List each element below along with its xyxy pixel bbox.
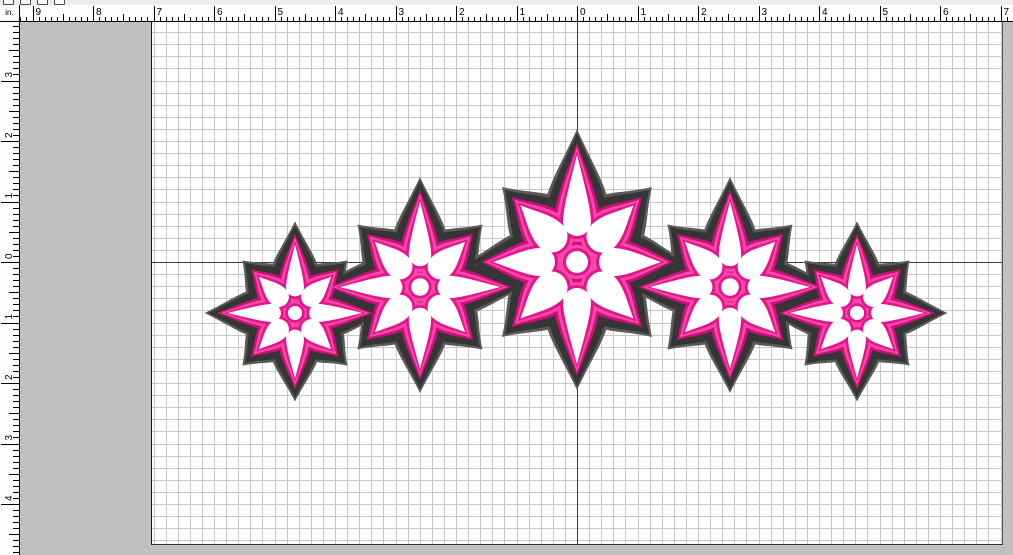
ruler-units-label: in. (0, 5, 20, 22)
vertical-ruler: 3 2 1 0 1 2 3 4 (0, 22, 20, 555)
ruler-label: 5 (883, 7, 889, 18)
canvas-content (152, 22, 1002, 544)
ruler-label: 4 (822, 7, 828, 18)
horizontal-ruler: 9 8 7 6 5 4 3 2 1 0 1 2 3 4 5 6 7 (20, 5, 1013, 22)
ruler-label: 1 (4, 193, 15, 199)
ruler-label: 1 (641, 7, 647, 18)
embroidery-design[interactable] (204, 129, 948, 402)
ruler-label: 6 (943, 7, 949, 18)
ruler-label: 2 (701, 7, 707, 18)
ruler-label: 0 (580, 7, 586, 18)
flower-5-center-cutout (849, 305, 865, 321)
ruler-label: 3 (762, 7, 768, 18)
ruler-label: 7 (1004, 7, 1010, 18)
ruler-label: 9 (36, 7, 42, 18)
ruler-label: 2 (459, 7, 465, 18)
flower-1-center-cutout (287, 305, 303, 321)
vertical-ruler-scale: 3 2 1 0 1 2 3 4 (1, 26, 19, 553)
ruler-label: 1 (520, 7, 526, 18)
flower-3-center-cutout (566, 251, 588, 273)
ruler-label: 3 (4, 72, 15, 78)
horizontal-ruler-scale: 9 8 7 6 5 4 3 2 1 0 1 2 3 4 5 6 7 (20, 6, 1010, 21)
ruler-label: 0 (4, 253, 15, 259)
ruler-label: 4 (4, 495, 15, 501)
ruler-label: 2 (4, 374, 15, 380)
ruler-label: 3 (4, 435, 15, 441)
ruler-label: 2 (4, 132, 15, 138)
ruler-label: 1 (4, 314, 15, 320)
design-canvas[interactable] (151, 22, 1003, 545)
ruler-label: 8 (96, 7, 102, 18)
ruler-label: 6 (217, 7, 223, 18)
ruler-label: 5 (278, 7, 284, 18)
ruler-label: 4 (338, 7, 344, 18)
design-canvas-drawing (152, 22, 1002, 544)
ruler-label: 3 (399, 7, 405, 18)
flower-4-center-cutout (721, 278, 739, 296)
flower-2-center-cutout (411, 278, 429, 296)
ruler-label: 7 (157, 7, 163, 18)
